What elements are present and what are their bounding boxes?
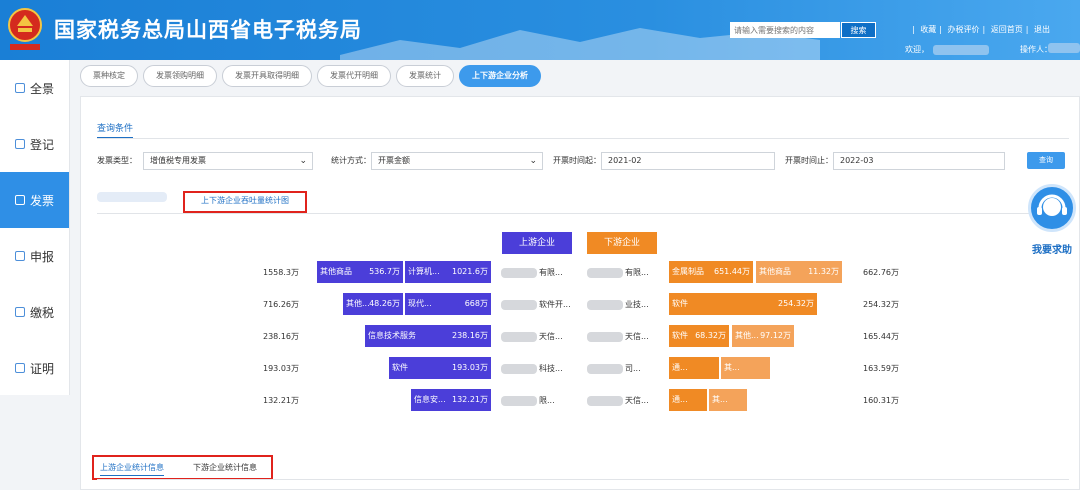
invoice-icon [14,195,25,205]
tab-supply-chain-analysis[interactable]: 上下游企业分析 [459,65,541,87]
tab-invoice-agent[interactable]: 发票代开明细 [317,65,391,87]
top-links: | 收藏 | 办税评价 | 返回首页 | 退出 [912,25,1050,34]
upstream-total: 132.21万 [263,396,299,405]
upstream-bar[interactable]: 其他商品 536.7万 [317,261,403,283]
link-evaluation[interactable]: 办税评价 [948,25,980,34]
chevron-down-icon: ⌄ [529,156,537,166]
downstream-total: 165.44万 [863,332,899,341]
downstream-bar[interactable]: 通... [669,389,707,411]
upstream-bar[interactable]: 计算机... 1021.6万 [405,261,491,283]
downstream-bar[interactable]: 通... [669,357,719,379]
divider [97,138,1069,139]
search-input[interactable] [730,22,840,38]
upstream-total: 716.26万 [263,300,299,309]
upstream-bar[interactable]: 其他... 48.26万 [343,293,403,315]
link-favorite[interactable]: 收藏 [920,25,936,34]
upstream-total: 238.16万 [263,332,299,341]
redacted-operator [1048,43,1080,53]
upstream-company-name[interactable]: 软件开... [501,299,571,310]
certificate-icon [14,363,25,373]
upstream-company-name[interactable]: 天信... [501,331,563,342]
downstream-bar[interactable]: 其... [721,357,770,379]
link-home[interactable]: 返回首页 [991,25,1023,34]
tab-invoice-stats[interactable]: 发票统计 [396,65,454,87]
site-title: 国家税务总局山西省电子税务局 [54,18,362,42]
stat-method-select[interactable]: 开票金额 ⌄ [371,152,543,170]
header: 国家税务总局山西省电子税务局 搜索 | 收藏| 办税评价| 返回首页| 退出 欢… [0,0,1080,60]
tab-ticket-approval[interactable]: 票种核定 [80,65,138,87]
start-date-input[interactable]: 2021-02 [601,152,775,170]
stat-method-label: 统计方式： [331,156,371,165]
tab-invoice-issue[interactable]: 发票开具取得明细 [222,65,312,87]
search-button[interactable]: 搜索 [841,22,876,38]
tab-upstream-stats[interactable]: 上游企业统计信息 [100,462,164,476]
help-widget[interactable]: 我要求助 [1026,184,1080,258]
downstream-company-name[interactable]: 天信... [587,395,649,406]
downstream-bar[interactable]: 软件 68.32万 [669,325,729,347]
downstream-company-name[interactable]: 有限... [587,267,649,278]
invoice-type-select[interactable]: 增值税专用发票 ⌄ [143,152,313,170]
start-date-label: 开票时间起： [553,156,601,165]
legend-upstream[interactable]: 上游企业 [502,232,572,254]
downstream-total: 160.31万 [863,396,899,405]
form-icon [14,251,25,261]
redacted-subtab [97,192,167,202]
redacted-username [933,44,989,55]
upstream-company-name[interactable]: 有限... [501,267,563,278]
end-date-label: 开票时间止： [785,156,833,165]
upstream-bar[interactable]: 信息安... 132.21万 [411,389,491,411]
downstream-bar[interactable]: 金属制品 651.44万 [669,261,753,283]
downstream-bar[interactable]: 软件 254.32万 [669,293,817,315]
throughput-chart: 1558.3万 其他商品 536.7万 计算机... 1021.6万 有限... 有… [81,257,1080,417]
edit-icon [14,139,25,149]
main-panel: 查询条件 发票类型： 增值税专用发票 ⌄ 统计方式： 开票金额 ⌄ 开票时间起： 2… [80,96,1080,490]
downstream-total: 163.59万 [863,364,899,373]
upstream-total: 1558.3万 [263,268,299,277]
tab-invoice-purchase[interactable]: 发票领购明细 [143,65,217,87]
tax-emblem-icon [8,8,42,50]
subtab-throughput-chart[interactable]: 上下游企业吞吐量统计图 [183,191,307,213]
tab-downstream-stats[interactable]: 下游企业统计信息 [193,462,257,473]
sidebar-item-invoice[interactable]: 发票 [0,172,69,228]
function-tabs: 票种核定 发票领购明细 发票开具取得明细 发票代开明细 发票统计 上下游企业分析 [80,65,546,87]
grid-icon [14,83,25,93]
downstream-total: 662.76万 [863,268,899,277]
upstream-bar[interactable]: 软件 193.03万 [389,357,491,379]
downstream-company-name[interactable]: 天信... [587,331,649,342]
help-label[interactable]: 我要求助 [1032,241,1072,256]
downstream-total: 254.32万 [863,300,899,309]
downstream-company-name[interactable]: 业技... [587,299,649,310]
upstream-company-name[interactable]: 限... [501,395,555,406]
legend-downstream[interactable]: 下游企业 [587,232,657,254]
upstream-bar[interactable]: 信息技术服务 238.16万 [365,325,491,347]
chevron-down-icon: ⌄ [299,156,307,166]
upstream-bar[interactable]: 现代... 668万 [405,293,491,315]
divider [97,213,1069,214]
sidebar: 全景 登记 发票 申报 缴税 证明 [0,60,70,395]
link-logout[interactable]: 退出 [1034,25,1050,34]
sidebar-item-registration[interactable]: 登记 [0,116,69,172]
sidebar-item-overview[interactable]: 全景 [0,60,69,116]
divider [97,479,1069,480]
sidebar-item-certificate[interactable]: 证明 [0,340,69,396]
sidebar-item-declaration[interactable]: 申报 [0,228,69,284]
end-date-input[interactable]: 2022-03 [833,152,1005,170]
downstream-company-name[interactable]: 司... [587,363,641,374]
upstream-total: 193.03万 [263,364,299,373]
query-button[interactable]: 查询 [1027,152,1065,169]
payment-icon [14,307,25,317]
query-section-title: 查询条件 [97,121,134,138]
downstream-bar[interactable]: 其... [709,389,747,411]
invoice-type-label: 发票类型： [97,156,137,165]
sidebar-item-payment[interactable]: 缴税 [0,284,69,340]
upstream-company-name[interactable]: 科技... [501,363,563,374]
headset-icon [1028,184,1076,232]
downstream-bar[interactable]: 其他... 97.12万 [732,325,794,347]
downstream-bar[interactable]: 其他商品 11.32万 [756,261,842,283]
welcome-text: 欢迎， [905,44,993,55]
